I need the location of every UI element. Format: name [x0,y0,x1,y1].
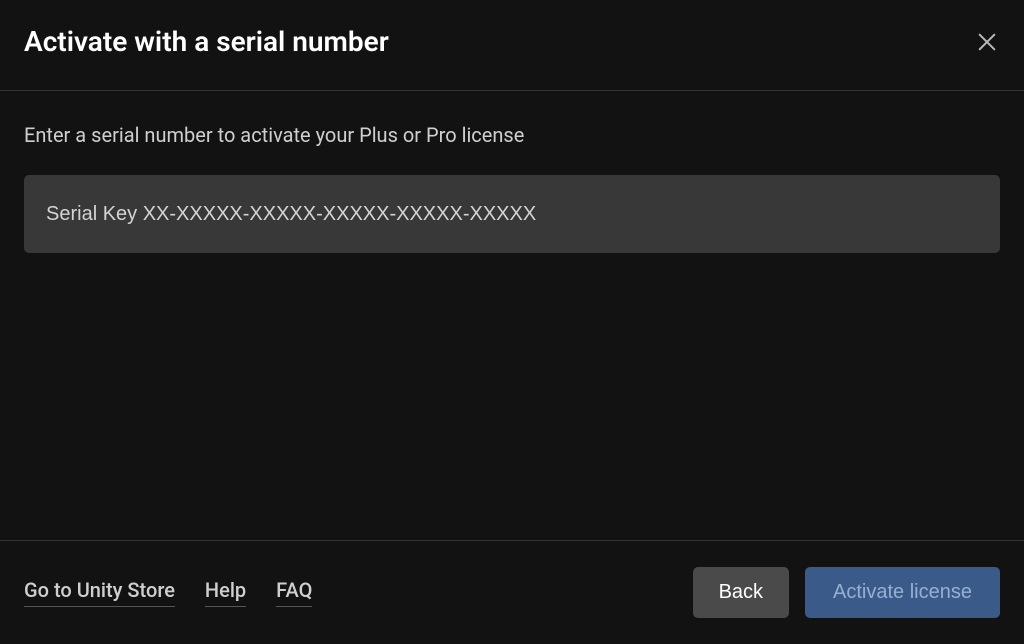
faq-link[interactable]: FAQ [276,578,312,607]
instruction-text: Enter a serial number to activate your P… [24,123,1000,147]
dialog-content: Enter a serial number to activate your P… [0,91,1024,540]
help-link[interactable]: Help [205,578,246,607]
unity-store-link[interactable]: Go to Unity Store [24,578,175,607]
dialog-title: Activate with a serial number [24,25,389,58]
activate-license-button[interactable]: Activate license [805,567,1000,618]
footer-links: Go to Unity Store Help FAQ [24,578,312,607]
footer-buttons: Back Activate license [693,567,1000,618]
back-button[interactable]: Back [693,567,789,618]
dialog-header: Activate with a serial number [0,0,1024,91]
dialog-footer: Go to Unity Store Help FAQ Back Activate… [0,540,1024,644]
close-icon[interactable] [976,31,998,53]
serial-key-input[interactable] [24,175,1000,253]
